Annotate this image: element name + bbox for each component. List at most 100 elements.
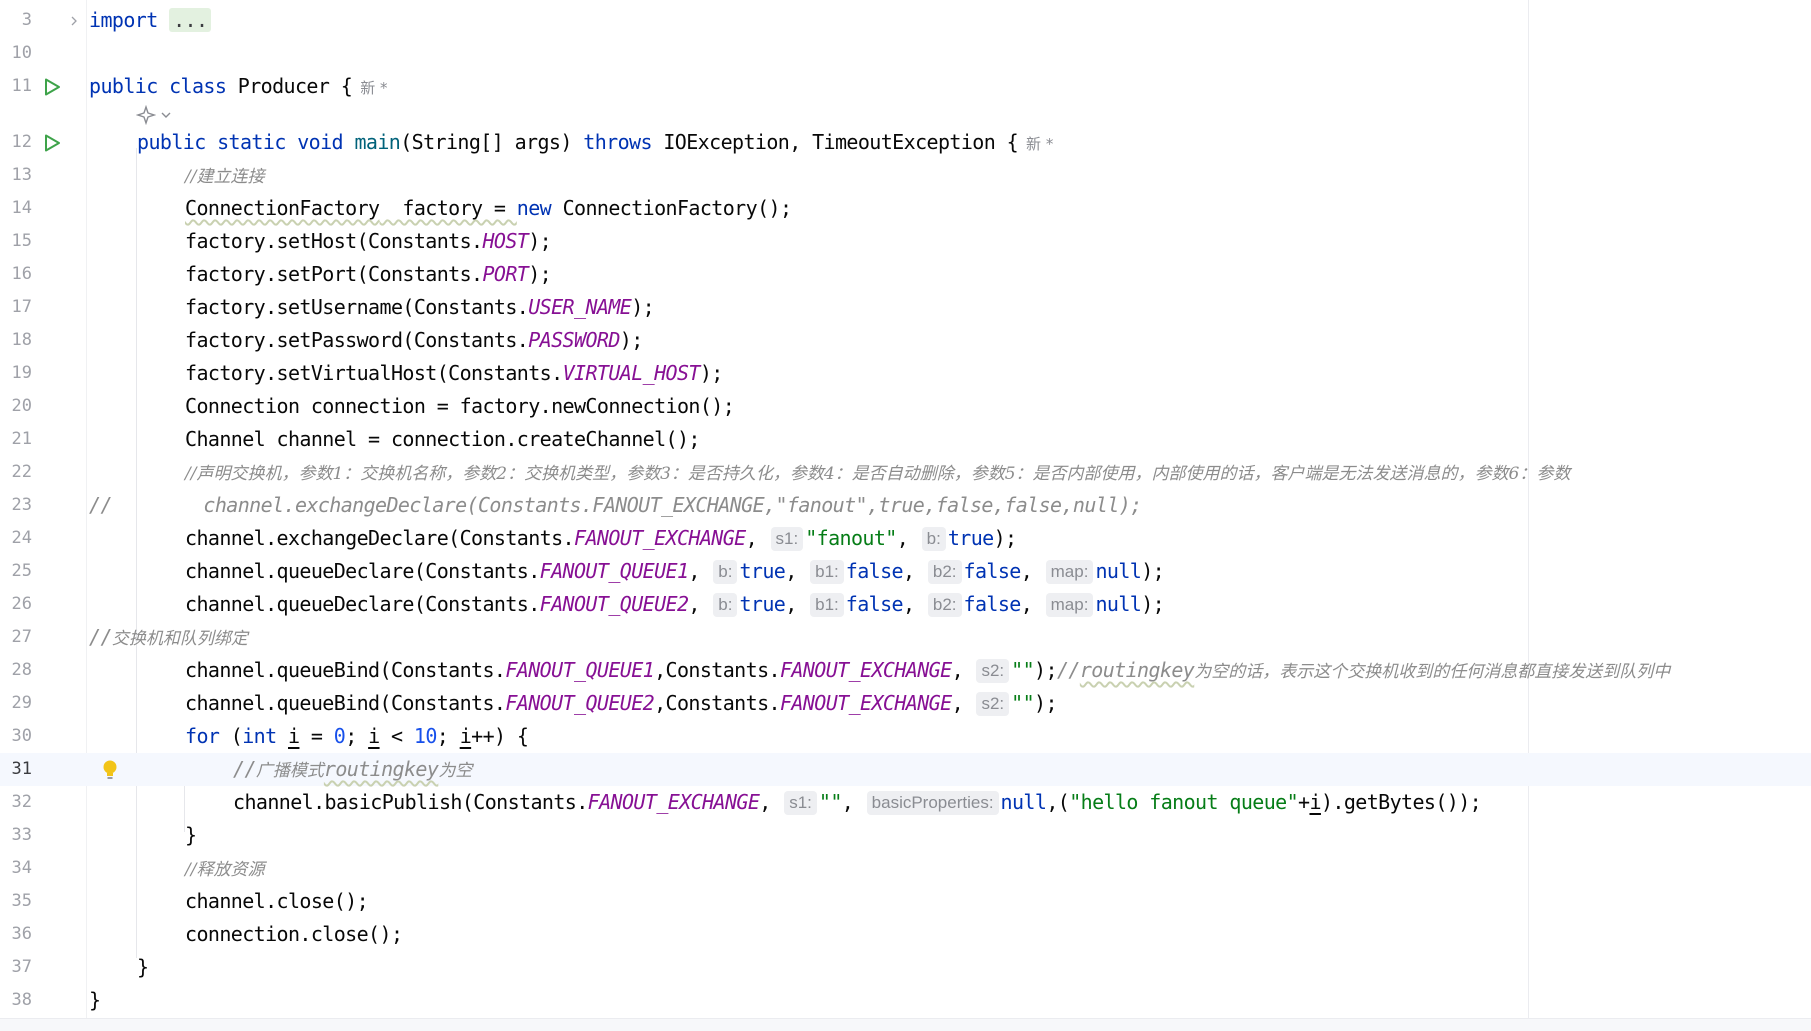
code-line[interactable]: 18 factory.setPassword(Constants.PASSWOR… <box>0 324 1811 357</box>
parameter-hint: b: <box>713 560 738 584</box>
code-text: Channel channel = connection.createChann… <box>185 427 700 451</box>
code-text: ConnectionFactory factory = new Connecti… <box>185 196 792 220</box>
code-line[interactable]: 14 ConnectionFactory factory = new Conne… <box>0 192 1811 225</box>
code-line[interactable]: 38 } <box>0 984 1811 1017</box>
code-line[interactable]: 21 Channel channel = connection.createCh… <box>0 423 1811 456</box>
chevron-right-icon[interactable] <box>68 15 80 27</box>
code-comment: //建立连接 <box>185 167 265 187</box>
gutter: 36 <box>0 918 86 951</box>
line-number: 14 <box>11 198 32 218</box>
run-icon[interactable] <box>42 77 62 97</box>
gutter: 28 <box>0 654 86 687</box>
line-number: 13 <box>11 165 32 185</box>
parameter-hint: b1: <box>810 560 844 584</box>
code-text: import ... <box>89 4 212 37</box>
code-line[interactable]: 20 Connection connection = factory.newCo… <box>0 390 1811 423</box>
code-text: channel.queueBind(Constants.FANOUT_QUEUE… <box>185 658 1671 683</box>
parameter-hint: s1: <box>784 791 817 815</box>
code-line[interactable]: 16 factory.setPort(Constants.PORT); <box>0 258 1811 291</box>
ai-assistant-toggle[interactable] <box>136 102 172 128</box>
code-line[interactable]: 29 channel.queueBind(Constants.FANOUT_QU… <box>0 687 1811 720</box>
code-line[interactable]: 17 factory.setUsername(Constants.USER_NA… <box>0 291 1811 324</box>
code-line[interactable]: 33 } <box>0 819 1811 852</box>
code-line[interactable]: 11 public class Producer {新 * <box>0 70 1811 103</box>
code-line[interactable]: 12 public static void main(String[] args… <box>0 126 1811 159</box>
gutter: 20 <box>0 390 86 423</box>
code-line[interactable]: 13 //建立连接 <box>0 159 1811 192</box>
parameter-hint: b1: <box>810 593 844 617</box>
parameter-hint: b: <box>921 527 946 551</box>
gutter: 16 <box>0 258 86 291</box>
code-comment: //交换机和队列绑定 <box>89 625 248 649</box>
code-text: public class Producer {新 * <box>89 74 388 98</box>
line-number: 15 <box>11 231 32 251</box>
run-icon[interactable] <box>42 133 62 153</box>
code-text: factory.setHost(Constants.HOST); <box>185 229 552 253</box>
gutter: 19 <box>0 357 86 390</box>
parameter-hint: map: <box>1045 593 1094 617</box>
code-line[interactable]: 37 } <box>0 951 1811 984</box>
author-hint[interactable]: 新 * <box>360 79 387 97</box>
line-number: 28 <box>11 660 32 680</box>
gutter: 12 <box>0 126 86 159</box>
code-comment: //声明交换机，参数1：交换机名称，参数2：交换机类型，参数3：是否持久化，参数… <box>185 464 1571 484</box>
ai-sparkle-icon <box>136 105 156 125</box>
code-line[interactable]: 3 import ... <box>0 4 1811 37</box>
parameter-hint: basicProperties: <box>866 791 999 815</box>
code-line[interactable]: 15 factory.setHost(Constants.HOST); <box>0 225 1811 258</box>
gutter: 11 <box>0 70 86 103</box>
code-line[interactable]: 27 //交换机和队列绑定 <box>0 621 1811 654</box>
gutter: 18 <box>0 324 86 357</box>
line-number: 27 <box>11 627 32 647</box>
line-number: 25 <box>11 561 32 581</box>
author-hint[interactable]: 新 * <box>1026 135 1053 153</box>
lightbulb-icon[interactable] <box>100 758 120 782</box>
line-number: 12 <box>11 132 32 152</box>
gutter: 33 <box>0 819 86 852</box>
gutter: 30 <box>0 720 86 753</box>
code-line-current[interactable]: 31 //广播模式routingkey为空 <box>0 753 1811 786</box>
code-text: for (int i = 0; i < 10; i++) { <box>185 724 529 748</box>
gutter: 23 <box>0 489 86 522</box>
line-number: 29 <box>11 693 32 713</box>
code-text: channel.close(); <box>185 889 369 913</box>
code-line[interactable]: 23 // channel.exchangeDeclare(Constants.… <box>0 489 1811 522</box>
parameter-hint: map: <box>1045 560 1094 584</box>
code-line[interactable]: 19 factory.setVirtualHost(Constants.VIRT… <box>0 357 1811 390</box>
code-text: channel.queueDeclare(Constants.FANOUT_QU… <box>185 559 1165 584</box>
code-line[interactable]: 10 <box>0 37 1811 70</box>
code-line[interactable]: 34 //释放资源 <box>0 852 1811 885</box>
code-line[interactable]: 24 channel.exchangeDeclare(Constants.FAN… <box>0 522 1811 555</box>
editor-bottom-strip <box>0 1018 1811 1031</box>
code-line[interactable]: 35 channel.close(); <box>0 885 1811 918</box>
line-number: 18 <box>11 330 32 350</box>
code-text: channel.queueDeclare(Constants.FANOUT_QU… <box>185 592 1165 617</box>
line-number: 35 <box>11 891 32 911</box>
gutter: 13 <box>0 159 86 192</box>
code-line[interactable]: 26 channel.queueDeclare(Constants.FANOUT… <box>0 588 1811 621</box>
code-comment: //释放资源 <box>185 860 265 880</box>
gutter: 22 <box>0 456 86 489</box>
line-number: 17 <box>11 297 32 317</box>
gutter: 26 <box>0 588 86 621</box>
code-line[interactable]: 22 //声明交换机，参数1：交换机名称，参数2：交换机类型，参数3：是否持久化… <box>0 456 1811 489</box>
folded-imports[interactable]: ... <box>169 8 212 32</box>
line-number: 20 <box>11 396 32 416</box>
code-line[interactable]: 30 for (int i = 0; i < 10; i++) { <box>0 720 1811 753</box>
code-editor[interactable]: 3 import ... 10 11 public class Producer… <box>0 0 1811 1018</box>
gutter: 3 <box>0 4 86 37</box>
code-line[interactable]: 36 connection.close(); <box>0 918 1811 951</box>
gutter: 29 <box>0 687 86 720</box>
gutter: 32 <box>0 786 86 819</box>
line-number: 32 <box>11 792 32 812</box>
line-number: 21 <box>11 429 32 449</box>
code-line[interactable]: 32 channel.basicPublish(Constants.FANOUT… <box>0 786 1811 819</box>
code-text: factory.setPassword(Constants.PASSWORD); <box>185 328 643 352</box>
code-text: } <box>89 988 101 1012</box>
parameter-hint: b2: <box>927 593 962 617</box>
code-line[interactable]: 25 channel.queueDeclare(Constants.FANOUT… <box>0 555 1811 588</box>
line-number: 38 <box>11 990 32 1010</box>
parameter-hint: b: <box>713 593 738 617</box>
gutter: 31 <box>0 753 86 786</box>
code-line[interactable]: 28 channel.queueBind(Constants.FANOUT_QU… <box>0 654 1811 687</box>
